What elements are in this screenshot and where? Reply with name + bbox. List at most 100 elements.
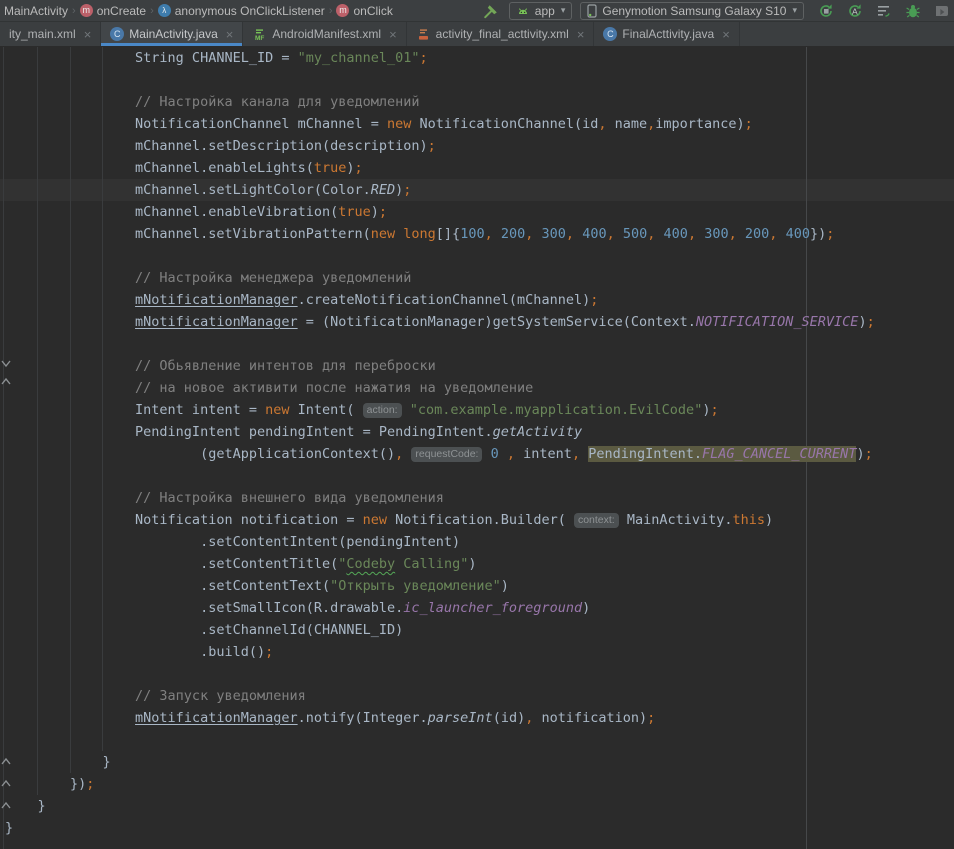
breadcrumb-oncreate[interactable]: onCreate — [80, 4, 146, 18]
tab-androidmanifest-xml[interactable]: MF AndroidManifest.xml — [243, 22, 406, 46]
code-line[interactable]: mNotificationManager.createNotificationC… — [5, 289, 875, 311]
breadcrumb-main-activity[interactable]: MainActivity — [4, 4, 68, 18]
close-icon[interactable] — [226, 28, 234, 41]
java-class-icon — [110, 27, 124, 41]
code-line[interactable]: Notification notification = new Notifica… — [5, 509, 875, 531]
code-token: ; — [826, 226, 834, 242]
close-icon[interactable] — [577, 28, 585, 41]
code-token: ; — [355, 160, 363, 176]
close-icon[interactable] — [84, 28, 92, 41]
code-token: "my_channel_01" — [298, 50, 420, 66]
run-options-list-button[interactable] — [874, 1, 894, 21]
code-token — [482, 446, 490, 462]
tab-activity-main-xml[interactable]: ity_main.xml — [0, 22, 101, 46]
tab-finalacttivity-java[interactable]: FinalActtivity.java — [594, 22, 739, 46]
code-token: .setContentIntent(pendingIntent) — [5, 534, 460, 550]
code-line[interactable]: (getApplicationContext(), requestCode: 0… — [5, 443, 875, 465]
code-token: 400 — [786, 226, 810, 242]
code-line[interactable]: Intent intent = new Intent( action: "com… — [5, 399, 875, 421]
method-icon — [80, 4, 93, 17]
code-line[interactable]: .build(); — [5, 641, 875, 663]
code-line[interactable]: } — [5, 817, 875, 839]
code-line[interactable]: // на новое активити после нажатия на ув… — [5, 377, 875, 399]
code-token: Codeby — [346, 556, 395, 572]
device-selector[interactable]: Genymotion Samsung Galaxy S10 — [580, 2, 804, 20]
code-token: RED — [371, 182, 395, 198]
code-line[interactable]: .setContentText("Открыть уведомление") — [5, 575, 875, 597]
code-line[interactable] — [5, 69, 875, 91]
code-token: Intent intent = — [5, 402, 265, 418]
code-token: ) — [371, 204, 379, 220]
code-line[interactable]: }); — [5, 773, 875, 795]
code-editor[interactable]: String CHANNEL_ID = "my_channel_01"; // … — [0, 47, 954, 849]
svg-text:A: A — [852, 6, 858, 16]
tab-mainactivity-java[interactable]: MainActivity.java — [101, 22, 243, 46]
rerun-activity-button[interactable] — [816, 1, 836, 21]
run-configuration-label: app — [535, 4, 555, 18]
apply-code-changes-button[interactable]: A — [845, 1, 865, 21]
code-token: ; — [379, 204, 387, 220]
code-token: ) — [765, 512, 773, 528]
code-line[interactable]: } — [5, 751, 875, 773]
code-token — [5, 710, 135, 726]
breadcrumb-separator-icon — [72, 5, 76, 17]
code-line[interactable]: mChannel.setDescription(description); — [5, 135, 875, 157]
apply-code-changes-icon: A — [847, 3, 863, 19]
code-line[interactable]: .setContentIntent(pendingIntent) — [5, 531, 875, 553]
list-with-arrow-icon — [876, 3, 892, 19]
code-token: ; — [590, 292, 598, 308]
code-token: // Запуск уведомления — [5, 688, 306, 704]
code-line[interactable] — [5, 465, 875, 487]
code-token: this — [733, 512, 766, 528]
close-icon[interactable] — [722, 28, 730, 41]
code-line[interactable]: // Настройка менеджера уведомлений — [5, 267, 875, 289]
breadcrumb-onclick[interactable]: onClick — [336, 4, 392, 18]
code-token: getActivity — [493, 424, 582, 440]
code-token: new — [371, 226, 395, 242]
close-icon[interactable] — [389, 28, 397, 41]
profiler-button[interactable] — [932, 1, 952, 21]
code-token: Calling" — [395, 556, 468, 572]
code-line[interactable] — [5, 663, 875, 685]
code-line[interactable]: mNotificationManager.notify(Integer.pars… — [5, 707, 875, 729]
code-line[interactable]: mChannel.setLightColor(Color.RED); — [5, 179, 875, 201]
debug-button[interactable] — [903, 1, 923, 21]
code-token: , — [485, 226, 493, 242]
code-line[interactable] — [5, 333, 875, 355]
device-label: Genymotion Samsung Galaxy S10 — [602, 4, 786, 18]
run-configuration-selector[interactable]: app — [509, 2, 573, 20]
code-token: mNotificationManager — [135, 710, 298, 726]
tab-activity-final-acttivity-xml[interactable]: activity_final_acttivity.xml — [407, 22, 595, 46]
breadcrumb-anonymous-listener[interactable]: anonymous OnClickListener — [158, 4, 325, 18]
code-line[interactable] — [5, 245, 875, 267]
code-line[interactable]: // Обьявление интентов для переброски — [5, 355, 875, 377]
code-line[interactable]: mChannel.setVibrationPattern(new long[]{… — [5, 223, 875, 245]
debug-bug-icon — [905, 3, 921, 19]
code-token: MainActivity. — [619, 512, 733, 528]
indent-guide — [3, 47, 4, 849]
code-token: , — [688, 226, 696, 242]
build-project-button[interactable] — [481, 1, 501, 21]
code-line[interactable]: String CHANNEL_ID = "my_channel_01"; — [5, 47, 875, 69]
code-line[interactable]: PendingIntent pendingIntent = PendingInt… — [5, 421, 875, 443]
code-line[interactable]: mChannel.enableLights(true); — [5, 157, 875, 179]
code-line[interactable] — [5, 729, 875, 751]
code-token: (id) — [493, 710, 526, 726]
code-token — [402, 402, 410, 418]
tab-label: activity_final_acttivity.xml — [436, 27, 569, 41]
code-line[interactable]: // Запуск уведомления — [5, 685, 875, 707]
code-line[interactable]: // Настройка канала для уведомлений — [5, 91, 875, 113]
code-line[interactable]: .setContentTitle("Codeby Calling") — [5, 553, 875, 575]
code-area[interactable]: String CHANNEL_ID = "my_channel_01"; // … — [5, 47, 875, 839]
code-line[interactable]: } — [5, 795, 875, 817]
code-token: notification) — [533, 710, 647, 726]
code-token: String CHANNEL_ID = — [5, 50, 298, 66]
code-token: }) — [810, 226, 826, 242]
code-line[interactable]: .setSmallIcon(R.drawable.ic_launcher_for… — [5, 597, 875, 619]
breadcrumb-label: onClick — [353, 4, 392, 18]
code-line[interactable]: mNotificationManager = (NotificationMana… — [5, 311, 875, 333]
code-line[interactable]: // Настройка внешнего вида уведомления — [5, 487, 875, 509]
code-line[interactable]: NotificationChannel mChannel = new Notif… — [5, 113, 875, 135]
code-line[interactable]: .setChannelId(CHANNEL_ID) — [5, 619, 875, 641]
code-line[interactable]: mChannel.enableVibration(true); — [5, 201, 875, 223]
